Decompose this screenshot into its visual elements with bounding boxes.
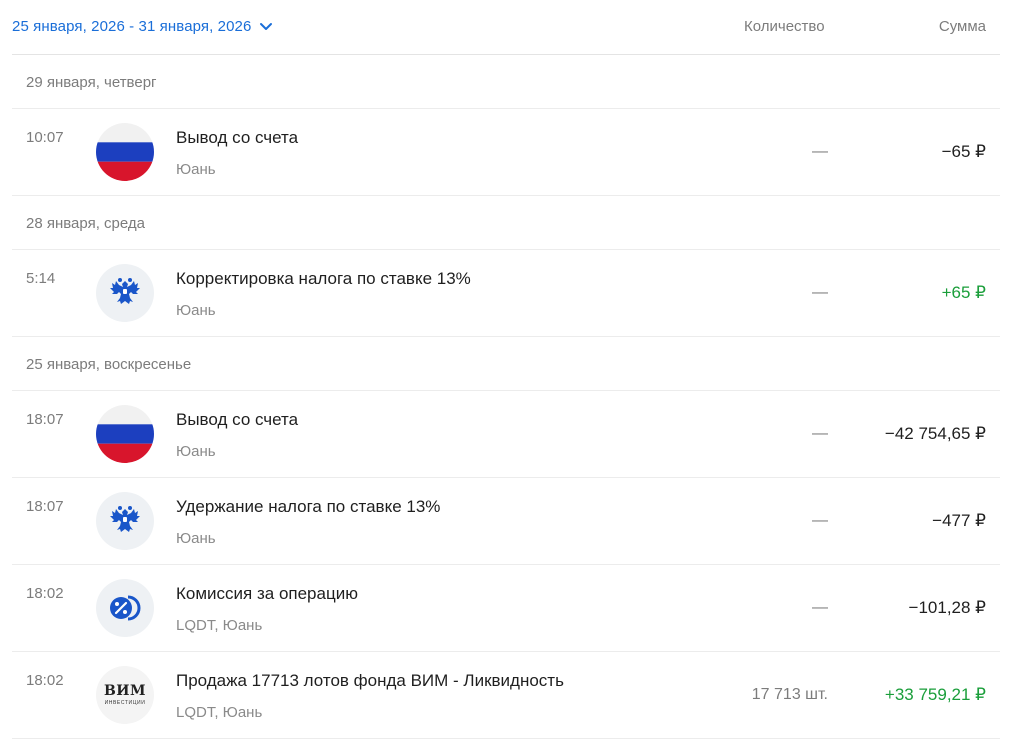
day-label: 25 января, воскресенье [26,356,192,373]
operation-title: Удержание налога по ставке 13% [176,497,441,516]
date-range-selector[interactable]: 25 января, 2026 - 31 января, 2026 [12,18,273,35]
operation-logo [96,123,154,181]
operation-row[interactable]: 10:07 Вывод со счета Юань — −65 ₽ [12,109,1000,196]
russia-flag-icon [96,123,154,181]
tax-eagle-icon [96,492,154,550]
vim-investments-logo: ВИМ ИНВЕСТИЦИИ [96,666,154,724]
day-label: 28 января, среда [26,215,145,232]
logo-small-text: ИНВЕСТИЦИИ [104,700,146,706]
operation-amount: −101,28 ₽ [908,598,986,617]
operation-quantity: — [812,425,828,442]
operation-logo [96,492,154,550]
operations-list: 29 января, четверг 10:07 Вывод со счета Юан… [12,55,1000,739]
operation-subtitle: LQDT, Юань [176,617,263,634]
operation-subtitle: Юань [176,530,216,547]
operation-row[interactable]: 5:14 Корректировка налога по ставке 13% Юа… [12,250,1000,337]
logo-main-text: ВИМ [103,683,147,699]
operation-title: Вывод со счета [176,128,299,147]
day-header: 29 января, четверг [12,55,1000,109]
operation-title: Вывод со счета [176,410,299,429]
day-header: 25 января, воскресенье [12,337,1000,391]
operation-quantity: 17 713 шт. [751,686,828,703]
russia-flag-icon [96,405,154,463]
operation-time: 18:07 [26,498,64,515]
date-range-label[interactable]: 25 января, 2026 - 31 января, 2026 [12,18,251,35]
operation-title: Комиссия за операцию [176,584,358,603]
operation-quantity: — [812,599,828,616]
operation-row[interactable]: 18:07 Удержание налога по ставке 13% Юань —… [12,478,1000,565]
operation-quantity: — [812,284,828,301]
quantity-column-header: Количество [744,18,825,35]
operations-header: 25 января, 2026 - 31 января, 2026 Количе… [0,0,1028,55]
operation-amount: +65 ₽ [941,283,986,302]
chevron-down-icon[interactable] [259,22,273,32]
operation-time: 10:07 [26,129,64,146]
tax-eagle-icon [96,264,154,322]
operation-subtitle: Юань [176,443,216,460]
operation-time: 5:14 [26,270,56,287]
day-label: 29 января, четверг [26,74,157,91]
operation-amount: −477 ₽ [932,511,986,530]
operation-time: 18:07 [26,411,64,428]
operation-row[interactable]: 18:02 ВИМ ИНВЕСТИЦИИ Продажа 17713 лотов фо… [12,652,1000,739]
day-header: 28 января, среда [12,196,1000,250]
operation-logo [96,579,154,637]
operation-subtitle: Юань [176,302,216,319]
operation-row[interactable]: 18:02 Комиссия за операцию LQDT, Юань — −101… [12,565,1000,652]
operation-title: Продажа 17713 лотов фонда ВИМ - Ликвидно… [176,671,564,690]
operation-time: 18:02 [26,672,64,689]
operation-logo [96,264,154,322]
operation-amount: −42 754,65 ₽ [884,424,986,443]
operation-amount: −65 ₽ [941,142,986,161]
operation-subtitle: LQDT, Юань [176,704,263,721]
operation-logo: ВИМ ИНВЕСТИЦИИ [96,666,154,724]
operation-subtitle: Юань [176,161,216,178]
operation-title: Корректировка налога по ставке 13% [176,269,471,288]
operation-quantity: — [812,512,828,529]
operation-amount: +33 759,21 ₽ [884,685,986,704]
operation-quantity: — [812,143,828,160]
sum-column-header: Сумма [938,18,986,35]
operation-row[interactable]: 18:07 Вывод со счета Юань — −42 754,65 ₽ [12,391,1000,478]
operation-logo [96,405,154,463]
operation-time: 18:02 [26,585,64,602]
commission-percent-icon [96,579,154,637]
